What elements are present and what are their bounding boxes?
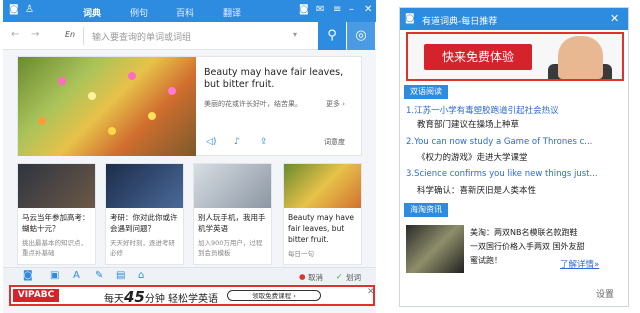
bottom-toolbar: ◙ ▣ A ✎ ▤ ⌂ ● 取消 ✓ 划词 [3,267,376,284]
speaker-icon[interactable]: ◁) [206,137,216,147]
news-line: 美淘：两双NB名模联名款跑鞋 [470,228,578,237]
article-card[interactable]: Beauty may have fair leaves, but bitter … [283,163,362,265]
ad-slogan: 每天45分钟 轻松学英语 [104,288,219,306]
book-icon[interactable]: ▤ [116,270,125,281]
news-line: 一双国行价格入手两双 国外友甜 [470,242,585,251]
card-title: Beauty may have fair leaves, but bitter … [288,213,354,244]
article-cards: 马云当年参加高考：蝴蛄十元？ 挑出最基本的知识点，重点补基础 考研：你对此你或许… [17,163,362,265]
daily-translation: 美丽的花或许长好叶，结苦果。 [204,100,302,108]
search-input[interactable]: 输入要查询的单词或词组 [83,27,313,45]
microphone-icon[interactable]: ♪ [234,137,240,147]
card-image [194,164,271,208]
card-image [284,164,361,208]
article-card[interactable]: 马云当年参加高考：蝴蛄十元？ 挑出最基本的知识点，重点补基础 [17,163,96,265]
card-image [18,164,95,208]
card-subtitle: 天天好时刻，逐进考研必修 [110,239,175,257]
panel-header: ◙ 有道词典-每日推荐 ✕ [400,8,628,30]
ad-close-icon[interactable]: ✕ [367,287,375,297]
user-icon[interactable]: ♙ [25,4,34,15]
ad-person-face [558,36,603,79]
card-title: 别人玩手机，我用手机学英语 [198,213,266,233]
youdao-logo-icon[interactable]: ◙ [9,4,19,15]
tab-translate[interactable]: 翻译 [223,6,241,19]
panel-title: 有道词典-每日推荐 [422,17,498,27]
cancel-label[interactable]: 取消 [308,272,323,283]
dropdown-icon[interactable]: ▾ [293,30,297,39]
card-subtitle: 加入900万用户，过程到会员模板 [198,239,263,257]
forward-icon[interactable]: → [31,29,39,40]
sneaker-image [406,225,464,273]
youdao-icon[interactable]: ◙ [23,270,33,281]
card-subtitle: 每日一句 [288,250,314,258]
daily-recommend-panel: ◙ 有道词典-每日推荐 ✕ 快来免费体验 双语阅读 1.江苏一小学有毒塑胶跑道引… [399,7,629,307]
minimize-icon[interactable]: – [349,4,354,15]
language-selector[interactable]: En [65,30,75,39]
screenshot-icon[interactable]: ⌂ [138,270,144,281]
article-translation: 科学确认：喜新厌旧是人类本性 [417,186,537,196]
free-trial-button[interactable]: 快来免费体验 [424,44,532,70]
panel-close-icon[interactable]: ✕ [610,12,619,25]
image-icon[interactable]: ▣ [50,270,59,281]
flowers-image [18,57,196,156]
word-capture-label[interactable]: 划词 [346,272,361,283]
vipabc-banner-ad[interactable]: VIPABC 每天45分钟 轻松学英语 领取免费课程 › ✕ [9,285,375,306]
card-subtitle: 挑出最基本的知识点，重点补基础 [22,239,87,257]
article-link[interactable]: 2.You can now study a Game of Thrones c.… [406,137,592,147]
back-icon[interactable]: ← [11,29,19,40]
search-row: ← → En 输入要查询的单词或词组 ▾ ⚲ ◎ [3,22,376,50]
skin-icon[interactable]: ◙ [299,4,309,15]
free-trial-ad[interactable]: 快来免费体验 [406,32,624,81]
section-shopping-news: 海淘资讯 [404,203,448,217]
vipabc-logo: VIPABC [13,289,59,302]
daily-checkbox[interactable]: 词意度 [324,137,345,147]
top-bar: ◙ ♙ 词典 例句 百科 翻译 ◙ ✉ ≡ – ✕ [3,0,376,22]
dictionary-window: ◙ ♙ 词典 例句 百科 翻译 ◙ ✉ ≡ – ✕ ← → En 输入要查询的单… [3,0,376,313]
settings-link[interactable]: 设置 [596,287,614,300]
tab-examples[interactable]: 例句 [130,6,148,19]
daily-sentence: Beauty may have fair leaves, but bitter … [204,67,344,90]
article-translation: 教育部门建议在操场上种草 [417,120,520,130]
news-line: 蜜试跑！ [470,256,502,265]
menu-icon[interactable]: ≡ [333,4,341,15]
text-icon[interactable]: A [73,270,80,281]
learn-more-link[interactable]: 了解详情» [560,258,599,270]
tab-encyclopedia[interactable]: 百科 [176,6,194,19]
article-link[interactable]: 3.Science confirms you like new things j… [406,169,598,179]
section-bilingual-reading: 双语阅读 [404,85,448,99]
hero-actions: ◁) ♪ ⇪ 词意度 [204,137,364,151]
cancel-icon[interactable]: ● [299,272,306,281]
article-link[interactable]: 1.江苏一小学有毒塑胶跑道引起社会热议 [406,104,559,116]
article-card[interactable]: 别人玩手机，我用手机学英语 加入900万用户，过程到会员模板 [193,163,272,265]
share-icon[interactable]: ⇪ [260,137,268,147]
card-title: 考研：你对此你或许会遇到问题？ [110,213,178,233]
tab-dict[interactable]: 词典 [83,6,101,19]
more-link[interactable]: 更多 › [326,99,345,109]
mail-icon[interactable]: ✉ [316,4,324,15]
card-title: 马云当年参加高考：蝴蛄十元？ [22,213,90,233]
close-icon[interactable]: ✕ [364,4,372,15]
translate-button[interactable]: ◎ [347,22,375,50]
daily-sentence-card[interactable]: Beauty may have fair leaves, but bitter … [17,56,362,156]
article-translation: 《权力的游戏》走进大学课堂 [417,153,528,163]
check-icon[interactable]: ✓ [336,272,342,281]
free-course-button[interactable]: 领取免费课程 › [227,290,321,301]
pen-icon[interactable]: ✎ [95,270,103,281]
search-button[interactable]: ⚲ [318,22,346,50]
youdao-logo-icon: ◙ [405,13,415,24]
card-image [106,164,183,208]
article-card[interactable]: 考研：你对此你或许会遇到问题？ 天天好时刻，逐进考研必修 [105,163,184,265]
